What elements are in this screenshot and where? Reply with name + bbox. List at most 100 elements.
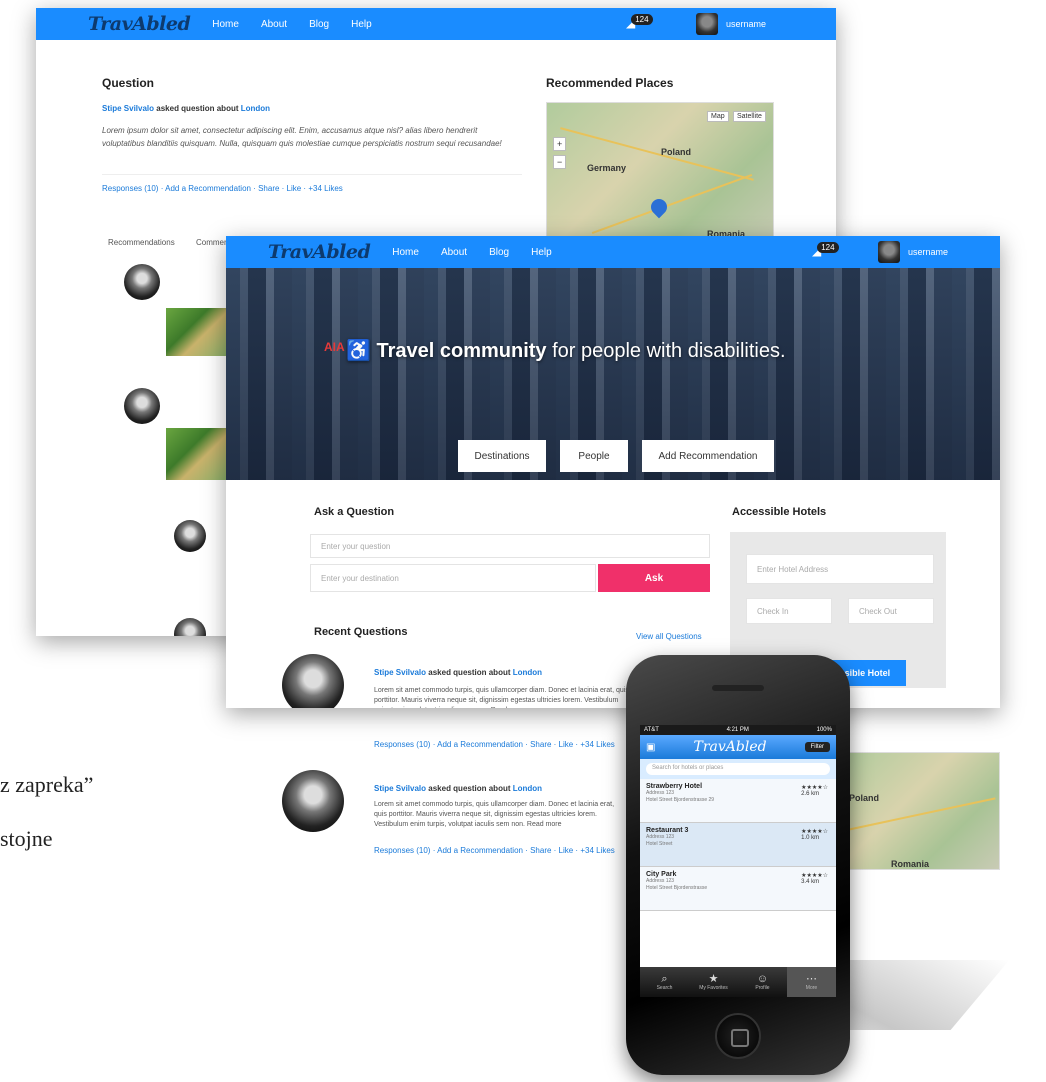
star-rating-icon: ★★★★☆	[801, 873, 828, 879]
recent-question-place-link[interactable]: London	[513, 668, 542, 677]
phone-tab-label: More	[805, 985, 818, 991]
check-out-input[interactable]: Check Out	[848, 598, 934, 624]
front-map[interactable]: Poland Romania	[846, 752, 1000, 870]
phone-tab-label: My Favorites	[699, 985, 728, 991]
hero-banner: AIA ♿ Travel community for people with d…	[226, 268, 1000, 480]
phone-list-item[interactable]: Restaurant 3 Address 123 Hotel Street ★★…	[640, 823, 836, 867]
back-nav-help[interactable]: Help	[351, 19, 372, 30]
recommended-map[interactable]: Map Satellite + − Poland Germany Romania	[546, 102, 774, 252]
back-nav-blog[interactable]: Blog	[309, 19, 329, 30]
phone-item-rating: ★★★★☆ 1.0 km	[801, 828, 828, 841]
phone-tab-bar: ⌕ Search ★ My Favorites ☺ Profile ⋯ More	[640, 967, 836, 997]
recent-question-asked-text: asked question about	[428, 668, 511, 677]
destinations-button[interactable]: Destinations	[458, 440, 546, 472]
phone-item-rating: ★★★★☆ 3.4 km	[801, 872, 828, 885]
reply-avatar	[174, 618, 206, 636]
phone-list-item[interactable]: Strawberry Hotel Address 123 Hotel Stree…	[640, 779, 836, 823]
recent-question-avatar	[282, 654, 344, 708]
view-all-questions-link[interactable]: View all Questions	[636, 632, 702, 641]
recent-question-asker-link[interactable]: Stipe Svilvalo	[374, 784, 426, 793]
comment-photo[interactable]	[166, 428, 226, 480]
phone-home-button[interactable]	[715, 1013, 761, 1059]
phone-screen: AT&T 4:21 PM 100% ▣ TravAbled Filter Sea…	[640, 725, 836, 997]
map-label-poland: Poland	[661, 147, 692, 157]
phone-item-distance: 2.6 km	[801, 791, 820, 797]
back-nav-about[interactable]: About	[261, 19, 287, 30]
question-actions[interactable]: Responses (10) · Add a Recommendation · …	[102, 184, 343, 193]
recent-question-asked-text: asked question about	[428, 784, 511, 793]
phone-tab-search[interactable]: ⌕ Search	[640, 967, 689, 997]
recent-question-avatar	[282, 770, 344, 832]
phone-status-bar: AT&T 4:21 PM 100%	[640, 725, 836, 735]
back-nav-home[interactable]: Home	[212, 19, 239, 30]
map-label-romania: Romania	[891, 859, 930, 869]
question-place-link[interactable]: London	[241, 104, 270, 113]
back-logo[interactable]: TravAbled	[88, 13, 191, 35]
front-nav-help[interactable]: Help	[531, 247, 552, 258]
recent-question-actions[interactable]: Responses (10) · Add a Recommendation · …	[374, 846, 615, 855]
map-type-satellite-button[interactable]: Satellite	[733, 111, 766, 122]
map-road	[591, 173, 753, 235]
battery-text: 100%	[816, 727, 832, 733]
phone-search-bar: Search for hotels or places	[640, 759, 836, 779]
phone-logo: TravAbled	[693, 739, 767, 755]
back-navbar: TravAbled Home About Blog Help ◢ 124 use…	[36, 8, 836, 40]
front-navbar: TravAbled Home About Blog Help ◢ 124 use…	[226, 236, 1000, 268]
phone-tab-label: Search	[656, 985, 673, 991]
phone-search-input[interactable]: Search for hotels or places	[646, 763, 830, 775]
front-logo[interactable]: TravAbled	[268, 241, 371, 263]
recent-question-byline: Stipe Svilvalo asked question about Lond…	[374, 668, 542, 677]
destination-input[interactable]: Enter your destination	[310, 564, 596, 592]
back-notifications[interactable]: ◢ 124	[626, 13, 653, 30]
ask-question-heading: Ask a Question	[314, 506, 395, 518]
wheelchair-icon: ♿	[346, 340, 371, 362]
clock-text: 4:21 PM	[726, 727, 749, 733]
people-button[interactable]: People	[560, 440, 628, 472]
reply-avatar	[174, 520, 206, 552]
phone-list-item[interactable]: City Park Address 123 Hotel Street Bjord…	[640, 867, 836, 911]
phone-tab-more[interactable]: ⋯ More	[787, 967, 836, 997]
front-screenshot-home-page: TravAbled Home About Blog Help ◢ 124 use…	[226, 236, 1000, 708]
accessible-hotels-heading: Accessible Hotels	[732, 506, 827, 518]
star-rating-icon: ★★★★☆	[801, 829, 828, 835]
map-type-map-button[interactable]: Map	[707, 111, 729, 122]
recent-question-asker-link[interactable]: Stipe Svilvalo	[374, 668, 426, 677]
front-user-avatar	[878, 241, 900, 263]
question-asked-text: asked question about	[156, 104, 239, 113]
add-recommendation-button[interactable]: Add Recommendation	[642, 440, 774, 472]
comment-avatar	[124, 264, 160, 300]
phone-item-sub: Hotel Street Bjordenstrasse 29	[646, 797, 715, 803]
phone-tab-favorites[interactable]: ★ My Favorites	[689, 967, 738, 997]
star-rating-icon: ★★★★☆	[801, 785, 828, 791]
ask-button[interactable]: Ask	[598, 564, 710, 592]
front-user-menu[interactable]: username	[878, 241, 948, 263]
map-pin-icon[interactable]	[647, 195, 671, 219]
front-nav-home[interactable]: Home	[392, 247, 419, 258]
question-input[interactable]: Enter your question	[310, 534, 710, 558]
question-body: Lorem ipsum dolor sit amet, consectetur …	[102, 126, 502, 148]
front-notifications[interactable]: ◢ 124	[812, 241, 839, 258]
phone-item-distance: 1.0 km	[801, 835, 820, 841]
phone-tab-label: Profile	[755, 985, 770, 991]
divider	[102, 174, 522, 175]
recent-question-place-link[interactable]: London	[513, 784, 542, 793]
zoom-in-icon[interactable]: +	[553, 137, 567, 151]
question-asker-link[interactable]: Stipe Svilvalo	[102, 104, 154, 113]
phone-filter-button[interactable]: Filter	[804, 742, 830, 752]
carrier-text: AT&T	[644, 727, 659, 733]
check-in-input[interactable]: Check In	[746, 598, 832, 624]
phone-tab-profile[interactable]: ☺ Profile	[738, 967, 787, 997]
recent-question-actions[interactable]: Responses (10) · Add a Recommendation · …	[374, 740, 615, 749]
recent-question-body: Lorem sit amet commodo turpis, quis ulla…	[374, 801, 615, 828]
phone-menu-icon[interactable]: ▣	[646, 742, 655, 753]
zoom-out-icon[interactable]: −	[553, 155, 567, 169]
back-user-menu[interactable]: username	[696, 13, 766, 35]
back-tab-recommendations[interactable]: Recommendations	[108, 238, 175, 247]
front-nav-about[interactable]: About	[441, 247, 467, 258]
front-nav-blog[interactable]: Blog	[489, 247, 509, 258]
smartphone: AT&T 4:21 PM 100% ▣ TravAbled Filter Sea…	[626, 655, 850, 1075]
recent-question-body: Lorem sit amet commodo turpis, quis ulla…	[374, 687, 629, 708]
comment-photo[interactable]	[166, 308, 226, 356]
map-label-poland: Poland	[849, 793, 880, 803]
hotel-address-input[interactable]: Enter Hotel Address	[746, 554, 934, 584]
